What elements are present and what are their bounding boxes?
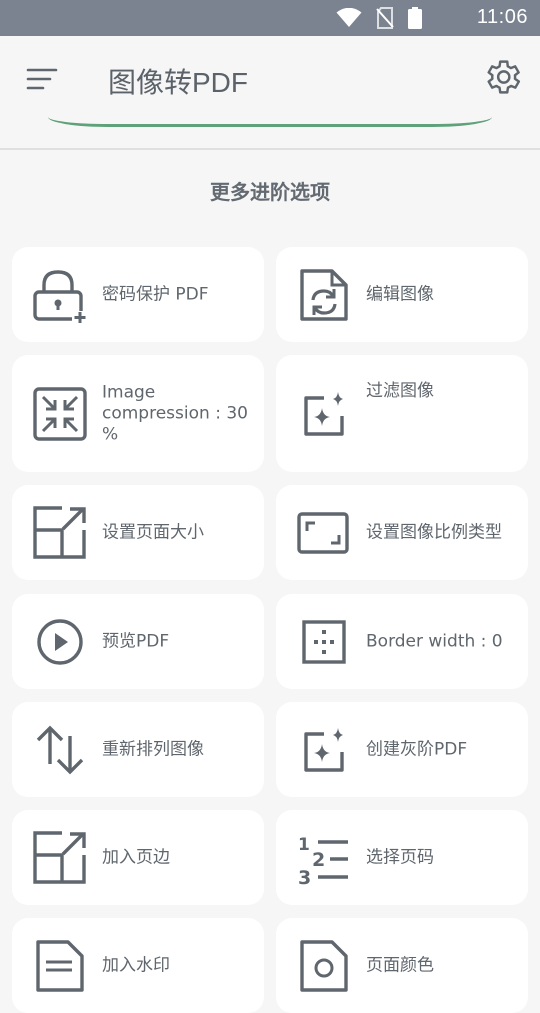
aspect-ratio-icon [296,505,352,561]
option-label: 加入页边 [102,847,170,867]
edit-image-icon [296,267,352,323]
option-label: 页面颜色 [366,955,434,975]
option-add-margin[interactable]: 加入页边 [12,810,264,905]
status-icons [336,7,422,29]
option-filter-image[interactable]: 过滤图像 [276,355,528,472]
option-label: 选择页码 [366,847,434,867]
no-sim-icon [376,7,394,29]
page-size-icon [32,505,88,561]
svg-text:3: 3 [298,867,311,886]
option-label: Image compression : 30 % [102,382,248,444]
option-label: 过滤图像 [366,381,434,401]
border-icon [296,614,352,670]
play-circle-icon [32,614,88,670]
svg-text:2: 2 [312,849,325,871]
option-label: 设置页面大小 [102,522,204,542]
compress-icon [32,386,88,442]
status-time: 11:06 [476,6,528,28]
swap-vertical-icon [32,722,88,778]
option-label: 设置图像比例类型 [366,522,502,542]
menu-icon [26,68,58,90]
option-preview-pdf[interactable]: 预览PDF [12,594,264,689]
lock-add-icon [32,267,88,323]
section-title: 更多进阶选项 [210,180,330,204]
option-image-compression[interactable]: Image compression : 30 % [12,355,264,472]
grayscale-sparkle-icon [296,722,352,778]
page-title: 图像转PDF [108,67,249,98]
option-add-watermark[interactable]: 加入水印 [12,918,264,1013]
svg-text:1: 1 [298,835,310,855]
option-label: 重新排列图像 [102,739,204,759]
gear-icon [487,60,521,94]
watermark-icon [32,938,88,994]
option-edit-image[interactable]: 编辑图像 [276,247,528,342]
page-number-icon: 1 2 3 [296,830,352,886]
tab-indicator [48,114,492,127]
status-bar: 11:06 [0,0,540,36]
settings-button[interactable] [481,56,523,98]
option-label: 编辑图像 [366,284,434,304]
option-label: 加入水印 [102,955,170,975]
page-color-icon [296,938,352,994]
option-aspect-ratio[interactable]: 设置图像比例类型 [276,485,528,580]
option-label: 密码保护 PDF [102,284,209,304]
option-password-protect[interactable]: 密码保护 PDF [12,247,264,342]
filter-sparkle-icon [296,386,352,442]
app-bar: 图像转PDF [0,36,540,150]
option-grayscale-pdf[interactable]: 创建灰阶PDF [276,702,528,797]
margin-icon [32,830,88,886]
option-label: 创建灰阶PDF [366,739,468,759]
battery-icon [408,7,422,29]
option-border-width[interactable]: Border width : 0 [276,594,528,689]
menu-button[interactable] [26,66,58,92]
option-page-size[interactable]: 设置页面大小 [12,485,264,580]
option-page-color[interactable]: 页面颜色 [276,918,528,1013]
option-page-number[interactable]: 1 2 3 选择页码 [276,810,528,905]
option-label: 预览PDF [102,631,170,651]
option-reorder-images[interactable]: 重新排列图像 [12,702,264,797]
option-label: Border width : 0 [366,631,503,651]
wifi-icon [336,8,362,27]
